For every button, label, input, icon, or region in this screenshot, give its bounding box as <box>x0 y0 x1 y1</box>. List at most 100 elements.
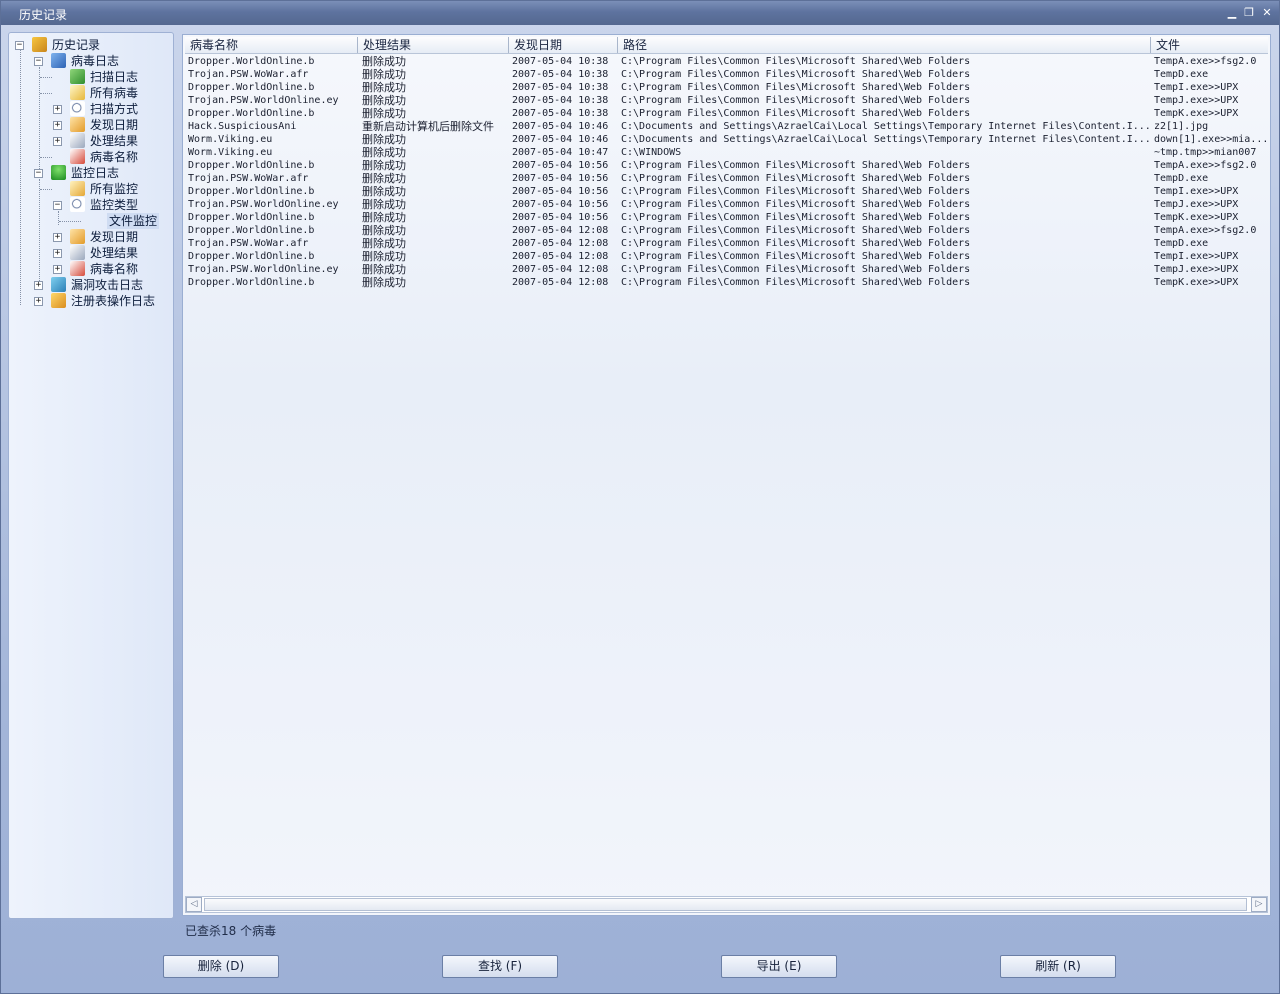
refresh-button[interactable]: 刷新 (R) <box>1000 955 1116 978</box>
cell-path: C:\Documents and Settings\AzraelCai\Loca… <box>621 121 1151 132</box>
tree-node-history[interactable]: − 历史记录 <box>15 37 165 53</box>
tree-label: 扫描日志 <box>90 70 139 84</box>
cell-virus-name: Dropper.WorldOnline.b <box>188 225 315 236</box>
tree-node-scan-log[interactable]: 扫描日志 <box>40 69 163 85</box>
magnifier-icon <box>70 197 85 212</box>
table-row[interactable]: Dropper.WorldOnline.b 删除成功 2007-05-04 10:5… <box>185 185 1268 198</box>
tree-guide <box>20 50 21 305</box>
find-button[interactable]: 查找 (F) <box>442 955 558 978</box>
table-row[interactable]: Hack.SuspiciousAni 重新启动计算机后删除文件 2007-05-04… <box>185 120 1268 133</box>
cell-result: 重新启动计算机后删除文件 <box>362 120 494 133</box>
table-row[interactable]: Trojan.PSW.WorldOnline.ey 删除成功 2007-05-04 … <box>185 198 1268 211</box>
tree-label: 病毒名称 <box>90 262 139 276</box>
table-row[interactable]: Worm.Viking.eu 删除成功 2007-05-04 10:47 C:\WIN… <box>185 146 1268 159</box>
cell-result: 删除成功 <box>362 146 406 159</box>
cell-date: 2007-05-04 10:38 <box>512 95 609 106</box>
tree-label-selected: 文件监控 <box>107 213 160 229</box>
tree-node-monitor-log[interactable]: − 监控日志 <box>34 165 164 181</box>
expand-toggle[interactable]: + <box>34 281 43 290</box>
scroll-thumb[interactable] <box>204 898 1247 911</box>
cell-path: C:\Program Files\Common Files\Microsoft … <box>621 69 971 80</box>
tree-node-all-virus[interactable]: 所有病毒 <box>40 85 163 101</box>
column-header-virus-name[interactable]: 病毒名称 <box>185 37 358 53</box>
close-button[interactable]: ✕ <box>1260 6 1274 20</box>
tree-node-virus-log[interactable]: − 病毒日志 <box>34 53 164 69</box>
collapse-toggle[interactable]: − <box>34 57 43 66</box>
column-header-path[interactable]: 路径 <box>618 37 1151 53</box>
tree-node-all-monitor[interactable]: 所有监控 <box>40 181 163 197</box>
table-row[interactable]: Dropper.WorldOnline.b 删除成功 2007-05-04 10:5… <box>185 211 1268 224</box>
column-header-result[interactable]: 处理结果 <box>358 37 509 53</box>
scroll-left-icon[interactable]: ◁ <box>186 897 202 912</box>
cell-file: ~tmp.tmp>>mian007 <box>1154 147 1257 158</box>
collapse-toggle[interactable]: − <box>53 201 62 210</box>
tree-node-file-monitor[interactable]: 文件监控 <box>59 213 162 229</box>
table-row[interactable]: Dropper.WorldOnline.b 删除成功 2007-05-04 10:3… <box>185 81 1268 94</box>
virus-file-icon <box>70 261 85 276</box>
cell-file: TempK.exe>>UPX <box>1154 212 1239 223</box>
collapse-toggle[interactable]: − <box>15 41 24 50</box>
cell-virus-name: Dropper.WorldOnline.b <box>188 251 315 262</box>
table-row[interactable]: Dropper.WorldOnline.b 删除成功 2007-05-04 10:5… <box>185 159 1268 172</box>
tree-node-exploit-log[interactable]: + 漏洞攻击日志 <box>34 277 169 293</box>
table-row[interactable]: Trojan.PSW.WoWar.afr 删除成功 2007-05-04 12:08… <box>185 237 1268 250</box>
tree-node-monitor-type[interactable]: − 监控类型 <box>53 197 163 213</box>
cell-file: TempI.exe>>UPX <box>1154 186 1239 197</box>
tree-label: 病毒名称 <box>90 150 139 164</box>
cell-file: TempI.exe>>UPX <box>1154 251 1239 262</box>
expand-toggle[interactable]: + <box>53 105 62 114</box>
export-button[interactable]: 导出 (E) <box>721 955 837 978</box>
cell-virus-name: Trojan.PSW.WoWar.afr <box>188 238 309 249</box>
column-header-date[interactable]: 发现日期 <box>509 37 618 53</box>
table-row[interactable]: Worm.Viking.eu 删除成功 2007-05-04 10:46 C:\Doc… <box>185 133 1268 146</box>
cell-file: down[1].exe>>mia... <box>1154 134 1266 145</box>
expand-toggle[interactable]: + <box>53 121 62 130</box>
tree-node-found-date[interactable]: + 发现日期 <box>53 117 163 133</box>
table-row[interactable]: Dropper.WorldOnline.b 删除成功 2007-05-04 12:0… <box>185 276 1268 289</box>
tree-node-virus-name[interactable]: 病毒名称 <box>40 149 163 165</box>
expand-toggle[interactable]: + <box>53 249 62 258</box>
cell-file: TempA.exe>>fsg2.0 <box>1154 225 1257 236</box>
cell-file: TempI.exe>>UPX <box>1154 82 1239 93</box>
tree-node-monitor-found-date[interactable]: + 发现日期 <box>53 229 163 245</box>
expand-toggle[interactable]: + <box>53 233 62 242</box>
tree-label: 注册表操作日志 <box>71 294 156 308</box>
minimize-button[interactable]: ▁ <box>1225 6 1239 20</box>
tree-guide <box>58 211 59 225</box>
table-row[interactable]: Dropper.WorldOnline.b 删除成功 2007-05-04 12:0… <box>185 250 1268 263</box>
table-row[interactable]: Trojan.PSW.WoWar.afr 删除成功 2007-05-04 10:38… <box>185 68 1268 81</box>
cell-path: C:\Program Files\Common Files\Microsoft … <box>621 56 971 67</box>
cell-result: 删除成功 <box>362 172 406 185</box>
table-row[interactable]: Trojan.PSW.WorldOnline.ey 删除成功 2007-05-04 … <box>185 263 1268 276</box>
table-row[interactable]: Trojan.PSW.WorldOnline.ey 删除成功 2007-05-04 … <box>185 94 1268 107</box>
cell-path: C:\Program Files\Common Files\Microsoft … <box>621 82 971 93</box>
expand-toggle[interactable]: + <box>34 297 43 306</box>
tree-node-monitor-virus-name[interactable]: + 病毒名称 <box>53 261 163 277</box>
status-text: 已查杀18 个病毒 <box>185 924 277 938</box>
exploit-icon <box>51 277 66 292</box>
table-row[interactable]: Dropper.WorldOnline.b 删除成功 2007-05-04 10:3… <box>185 55 1268 68</box>
horizontal-scrollbar[interactable]: ◁ ▷ <box>185 896 1268 913</box>
document-icon <box>70 133 85 148</box>
cell-virus-name: Dropper.WorldOnline.b <box>188 212 315 223</box>
cell-date: 2007-05-04 12:08 <box>512 277 609 288</box>
tree-node-result[interactable]: + 处理结果 <box>53 133 163 149</box>
tree-node-scan-method[interactable]: + 扫描方式 <box>53 101 163 117</box>
table-row[interactable]: Trojan.PSW.WoWar.afr 删除成功 2007-05-04 10:56… <box>185 172 1268 185</box>
cell-virus-name: Worm.Viking.eu <box>188 147 273 158</box>
expand-toggle[interactable]: + <box>53 137 62 146</box>
cell-file: z2[1].jpg <box>1154 121 1209 132</box>
table-row[interactable]: Dropper.WorldOnline.b 删除成功 2007-05-04 12:0… <box>185 224 1268 237</box>
tree-node-monitor-result[interactable]: + 处理结果 <box>53 245 163 261</box>
restore-button[interactable]: ❐ <box>1242 6 1256 20</box>
delete-button[interactable]: 删除 (D) <box>163 955 279 978</box>
table-row[interactable]: Dropper.WorldOnline.b 删除成功 2007-05-04 10:3… <box>185 107 1268 120</box>
column-header-file[interactable]: 文件 <box>1151 37 1268 53</box>
cell-result: 删除成功 <box>362 185 406 198</box>
expand-toggle[interactable]: + <box>53 265 62 274</box>
scroll-right-icon[interactable]: ▷ <box>1251 897 1267 912</box>
tree-node-registry-log[interactable]: + 注册表操作日志 <box>34 293 169 309</box>
title-bar[interactable]: 历史记录 ▁ ❐ ✕ <box>1 1 1279 25</box>
tree-label: 发现日期 <box>90 230 139 244</box>
collapse-toggle[interactable]: − <box>34 169 43 178</box>
